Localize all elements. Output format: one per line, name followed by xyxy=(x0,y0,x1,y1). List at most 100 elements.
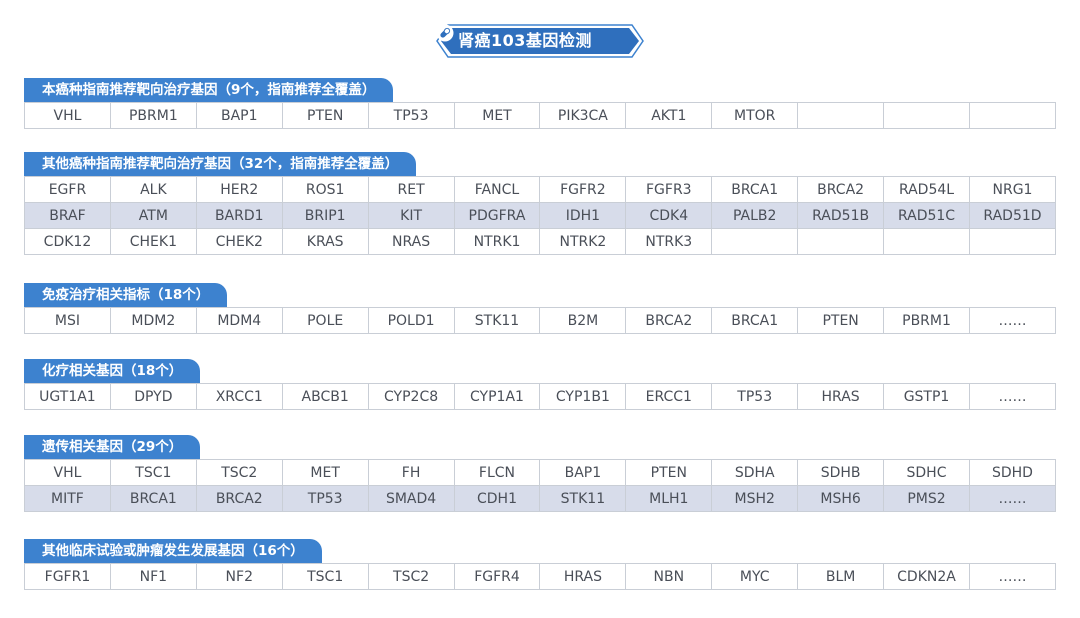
gene-cell: SDHA xyxy=(711,459,799,486)
table-row: BRAF ATM BARD1 BRIP1 KIT PDGFRA IDH1 CDK4 PALB2 R… xyxy=(24,202,1057,229)
gene-cell: CDK4 xyxy=(625,202,713,229)
gene-cell: HRAS xyxy=(539,563,627,590)
section-header: 化疗相关基因（18个） xyxy=(24,359,201,383)
gene-cell: TP53 xyxy=(367,102,455,129)
gene-cell xyxy=(968,102,1057,129)
gene-cell: BRAF xyxy=(24,202,111,229)
section-header: 其他临床试验或肿瘤发生发展基因（16个） xyxy=(24,539,322,563)
gene-cell: MITF xyxy=(24,485,111,512)
gene-cell: RAD51D xyxy=(968,202,1057,229)
gene-cell: ATM xyxy=(109,202,197,229)
gene-cell: NTRK2 xyxy=(539,228,627,255)
gene-cell: MSH2 xyxy=(711,485,799,512)
gene-cell: PTEN xyxy=(797,307,885,334)
gene-cell: CHEK1 xyxy=(109,228,197,255)
gene-cell: PBRM1 xyxy=(883,307,970,334)
pill-icon xyxy=(436,24,454,42)
gene-section-5: 遗传相关基因（29个） VHL TSC1 TSC2 MET FH FLCN BAP1 PTEN S… xyxy=(24,435,1057,512)
gene-cell: BAP1 xyxy=(195,102,283,129)
gene-section-2: 其他癌种指南推荐靶向治疗基因（32个，指南推荐全覆盖） EGFR ALK HER2 RO… xyxy=(24,152,1057,255)
gene-cell: GSTP1 xyxy=(883,383,970,410)
gene-cell: FGFR3 xyxy=(625,176,713,203)
gene-cell: BRCA2 xyxy=(195,485,283,512)
gene-cell: EGFR xyxy=(24,176,111,203)
section-header: 其他癌种指南推荐靶向治疗基因（32个，指南推荐全覆盖） xyxy=(24,152,417,176)
gene-cell: PTEN xyxy=(625,459,713,486)
gene-cell: XRCC1 xyxy=(195,383,283,410)
gene-table: VHL PBRM1 BAP1 PTEN TP53 MET PIK3CA AKT1 MTOR xyxy=(24,102,1057,129)
gene-cell: ABCB1 xyxy=(281,383,369,410)
gene-section-6: 其他临床试验或肿瘤发生发展基因（16个） FGFR1 NF1 NF2 TSC1 TSC2 F… xyxy=(24,539,1057,590)
gene-cell: NRAS xyxy=(367,228,455,255)
gene-cell: MDM4 xyxy=(195,307,283,334)
gene-cell xyxy=(797,102,885,129)
gene-cell: NF1 xyxy=(109,563,197,590)
gene-cell: BRCA1 xyxy=(711,307,799,334)
gene-cell: ERCC1 xyxy=(625,383,713,410)
gene-cell: MET xyxy=(281,459,369,486)
gene-cell: MYC xyxy=(711,563,799,590)
gene-cell: PTEN xyxy=(281,102,369,129)
gene-cell: NTRK3 xyxy=(625,228,713,255)
gene-cell: CDKN2A xyxy=(883,563,970,590)
gene-cell: STK11 xyxy=(453,307,541,334)
gene-cell: HER2 xyxy=(195,176,283,203)
gene-section-4: 化疗相关基因（18个） UGT1A1 DPYD XRCC1 ABCB1 CYP2C8 CYP… xyxy=(24,359,1057,410)
gene-cell: BRCA2 xyxy=(797,176,885,203)
gene-cell: TP53 xyxy=(281,485,369,512)
gene-cell: VHL xyxy=(24,102,111,129)
gene-cell: ROS1 xyxy=(281,176,369,203)
gene-cell: FH xyxy=(367,459,455,486)
table-row: MSI MDM2 MDM4 POLE POLD1 STK11 B2M BRCA2 BRCA1 PT… xyxy=(24,307,1057,334)
gene-cell: PALB2 xyxy=(711,202,799,229)
table-row: EGFR ALK HER2 ROS1 RET FANCL FGFR2 FGFR3 BRCA1 BR… xyxy=(24,176,1057,203)
section-header: 本癌种指南推荐靶向治疗基因（9个，指南推荐全覆盖） xyxy=(24,78,394,102)
gene-cell: KIT xyxy=(367,202,455,229)
gene-cell: ALK xyxy=(109,176,197,203)
gene-cell: KRAS xyxy=(281,228,369,255)
gene-cell: BLM xyxy=(797,563,885,590)
gene-section-3: 免疫治疗相关指标（18个） MSI MDM2 MDM4 POLE POLD1 STK11 B2… xyxy=(24,283,1057,334)
gene-cell: TSC2 xyxy=(195,459,283,486)
gene-cell: NBN xyxy=(625,563,713,590)
gene-cell: CYP1A1 xyxy=(453,383,541,410)
gene-cell: MSI xyxy=(24,307,111,334)
table-row: MITF BRCA1 BRCA2 TP53 SMAD4 CDH1 STK11 MLH1 MSH2… xyxy=(24,485,1057,512)
gene-section-1: 本癌种指南推荐靶向治疗基因（9个，指南推荐全覆盖） VHL PBRM1 BAP1 PTE… xyxy=(24,78,1057,129)
gene-cell: CDH1 xyxy=(453,485,541,512)
gene-cell: IDH1 xyxy=(539,202,627,229)
gene-cell: STK11 xyxy=(539,485,627,512)
gene-cell: RAD51C xyxy=(883,202,970,229)
gene-cell: RAD51B xyxy=(797,202,885,229)
gene-cell: PIK3CA xyxy=(539,102,627,129)
gene-cell: HRAS xyxy=(797,383,885,410)
gene-table: MSI MDM2 MDM4 POLE POLD1 STK11 B2M BRCA2 BRCA1 PT… xyxy=(24,307,1057,334)
gene-cell: BAP1 xyxy=(539,459,627,486)
gene-cell: VHL xyxy=(24,459,111,486)
gene-cell: CHEK2 xyxy=(195,228,283,255)
gene-cell: MET xyxy=(453,102,541,129)
gene-cell: NF2 xyxy=(195,563,283,590)
gene-cell: B2M xyxy=(539,307,627,334)
gene-cell: PBRM1 xyxy=(109,102,197,129)
table-row: CDK12 CHEK1 CHEK2 KRAS NRAS NTRK1 NTRK2 NTRK3 xyxy=(24,228,1057,255)
gene-cell: FGFR2 xyxy=(539,176,627,203)
gene-cell: MSH6 xyxy=(797,485,885,512)
gene-cell: RET xyxy=(367,176,455,203)
page-title-banner: 肾癌103基因检测 xyxy=(436,24,644,58)
gene-cell: TSC1 xyxy=(281,563,369,590)
gene-cell: BARD1 xyxy=(195,202,283,229)
gene-table: FGFR1 NF1 NF2 TSC1 TSC2 FGFR4 HRAS NBN MYC BLM CDK… xyxy=(24,563,1057,590)
table-row: FGFR1 NF1 NF2 TSC1 TSC2 FGFR4 HRAS NBN MYC BLM CDK… xyxy=(24,563,1057,590)
gene-cell: DPYD xyxy=(109,383,197,410)
gene-cell: FANCL xyxy=(453,176,541,203)
gene-cell: BRIP1 xyxy=(281,202,369,229)
section-header: 遗传相关基因（29个） xyxy=(24,435,201,459)
gene-cell: UGT1A1 xyxy=(24,383,111,410)
gene-cell: BRCA1 xyxy=(109,485,197,512)
gene-cell: TSC2 xyxy=(367,563,455,590)
gene-cell: PMS2 xyxy=(883,485,970,512)
gene-cell xyxy=(797,228,885,255)
gene-cell: MTOR xyxy=(711,102,799,129)
gene-cell: NTRK1 xyxy=(453,228,541,255)
